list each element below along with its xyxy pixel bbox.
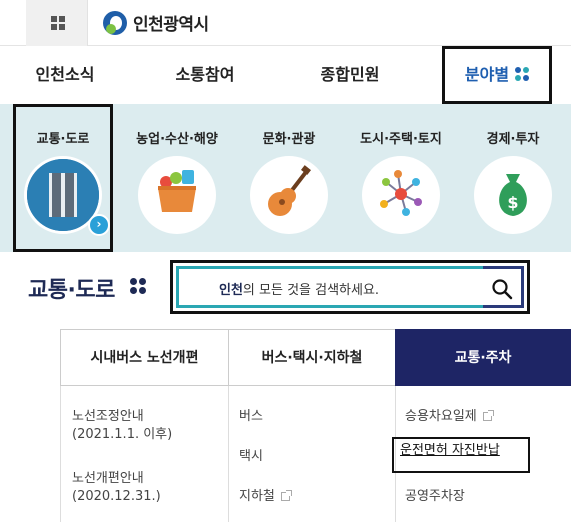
list-item-car-weekday[interactable]: 승용차요일제 <box>405 408 494 426</box>
money-bag-icon: $ <box>474 156 552 234</box>
list-item-bus[interactable]: 버스 <box>239 408 263 426</box>
logo-text: 인천광역시 <box>133 15 209 35</box>
category-label: 문화·관광 <box>262 132 316 147</box>
site-logo[interactable]: 인천광역시 <box>103 10 209 35</box>
category-band: 교통·도로 › 농업·수산·해양 문화·관광 도시·주택·토지 경제·투자 $ <box>0 104 571 252</box>
network-icon <box>362 156 440 234</box>
search-box: 인천의 모든 것을 검색하세요. <box>170 260 530 314</box>
list-item-line: (2021.1.1. 이후) <box>72 427 173 442</box>
main-nav: 인천소식 소통참여 종합민원 분야별 <box>0 46 571 104</box>
four-dots-icon <box>130 278 146 294</box>
list-item[interactable]: 노선개편안내 (2020.12.31.) <box>72 470 161 506</box>
list-item-taxi[interactable]: 택시 <box>239 448 263 466</box>
basket-icon <box>138 156 216 234</box>
category-culture-tourism[interactable]: 문화·관광 <box>232 104 346 252</box>
search-button[interactable] <box>483 266 524 308</box>
category-label: 경제·투자 <box>486 132 540 147</box>
page-title: 교통·도로 <box>28 278 115 303</box>
external-link-icon <box>482 410 494 421</box>
tab-bus-route-reform[interactable]: 시내버스 노선개편 <box>60 329 228 386</box>
list-item-line: 노선개편안내 <box>72 471 144 486</box>
arrow-right-icon[interactable]: › <box>88 214 110 236</box>
search-input[interactable]: 인천의 모든 것을 검색하세요. <box>176 266 483 308</box>
list-item[interactable]: 노선조정안내 (2021.1.1. 이후) <box>72 408 172 444</box>
search-placeholder: 인천의 모든 것을 검색하세요. <box>219 279 379 298</box>
list-item-public-parking[interactable]: 공영주차장 <box>405 488 465 506</box>
top-bar: 인천광역시 <box>0 0 571 46</box>
category-label: 교통·도로 <box>36 132 90 147</box>
svg-text:$: $ <box>507 193 518 212</box>
tab-traffic-parking[interactable]: 교통·주차 <box>395 329 571 386</box>
list-item-license-return[interactable]: 운전면허 자진반납 <box>392 437 530 473</box>
category-urban-housing[interactable]: 도시·주택·토지 <box>344 104 458 252</box>
guitar-icon <box>250 156 328 234</box>
external-link-icon <box>280 490 292 501</box>
four-dots-icon <box>515 67 530 81</box>
tab-bus-taxi-subway[interactable]: 버스·택시·지하철 <box>228 329 395 386</box>
all-menu-button[interactable] <box>26 0 88 46</box>
nav-item-by-field-label: 분야별 <box>464 65 510 84</box>
category-agri-marine[interactable]: 농업·수산·해양 <box>120 104 234 252</box>
category-economy-investment[interactable]: 경제·투자 $ <box>456 104 570 252</box>
category-label: 농업·수산·해양 <box>136 132 218 147</box>
incheon-logo-icon <box>103 10 127 35</box>
category-transport-road[interactable]: 교통·도로 › <box>13 104 113 252</box>
list-item-label: 승용차요일제 <box>405 409 477 424</box>
nav-item-by-field[interactable]: 분야별 <box>442 46 552 104</box>
category-label: 도시·주택·토지 <box>360 132 442 147</box>
search-rest: 의 모든 것을 검색하세요. <box>242 283 380 298</box>
nav-item-news[interactable]: 인천소식 <box>20 46 110 104</box>
list-item-label: 운전면허 자진반납 <box>400 443 500 458</box>
nav-item-communication[interactable]: 소통참여 <box>160 46 250 104</box>
nav-item-civil-service[interactable]: 종합민원 <box>305 46 395 104</box>
search-highlight: 인천 <box>219 283 243 298</box>
tab-bar: 시내버스 노선개편 버스·택시·지하철 교통·주차 <box>60 329 571 386</box>
list-item-line: (2020.12.31.) <box>72 489 161 504</box>
search-icon <box>492 279 513 300</box>
list-item-subway[interactable]: 지하철 <box>239 488 292 506</box>
list-item-label: 지하철 <box>239 489 275 504</box>
list-item-line: 노선조정안내 <box>72 409 144 424</box>
